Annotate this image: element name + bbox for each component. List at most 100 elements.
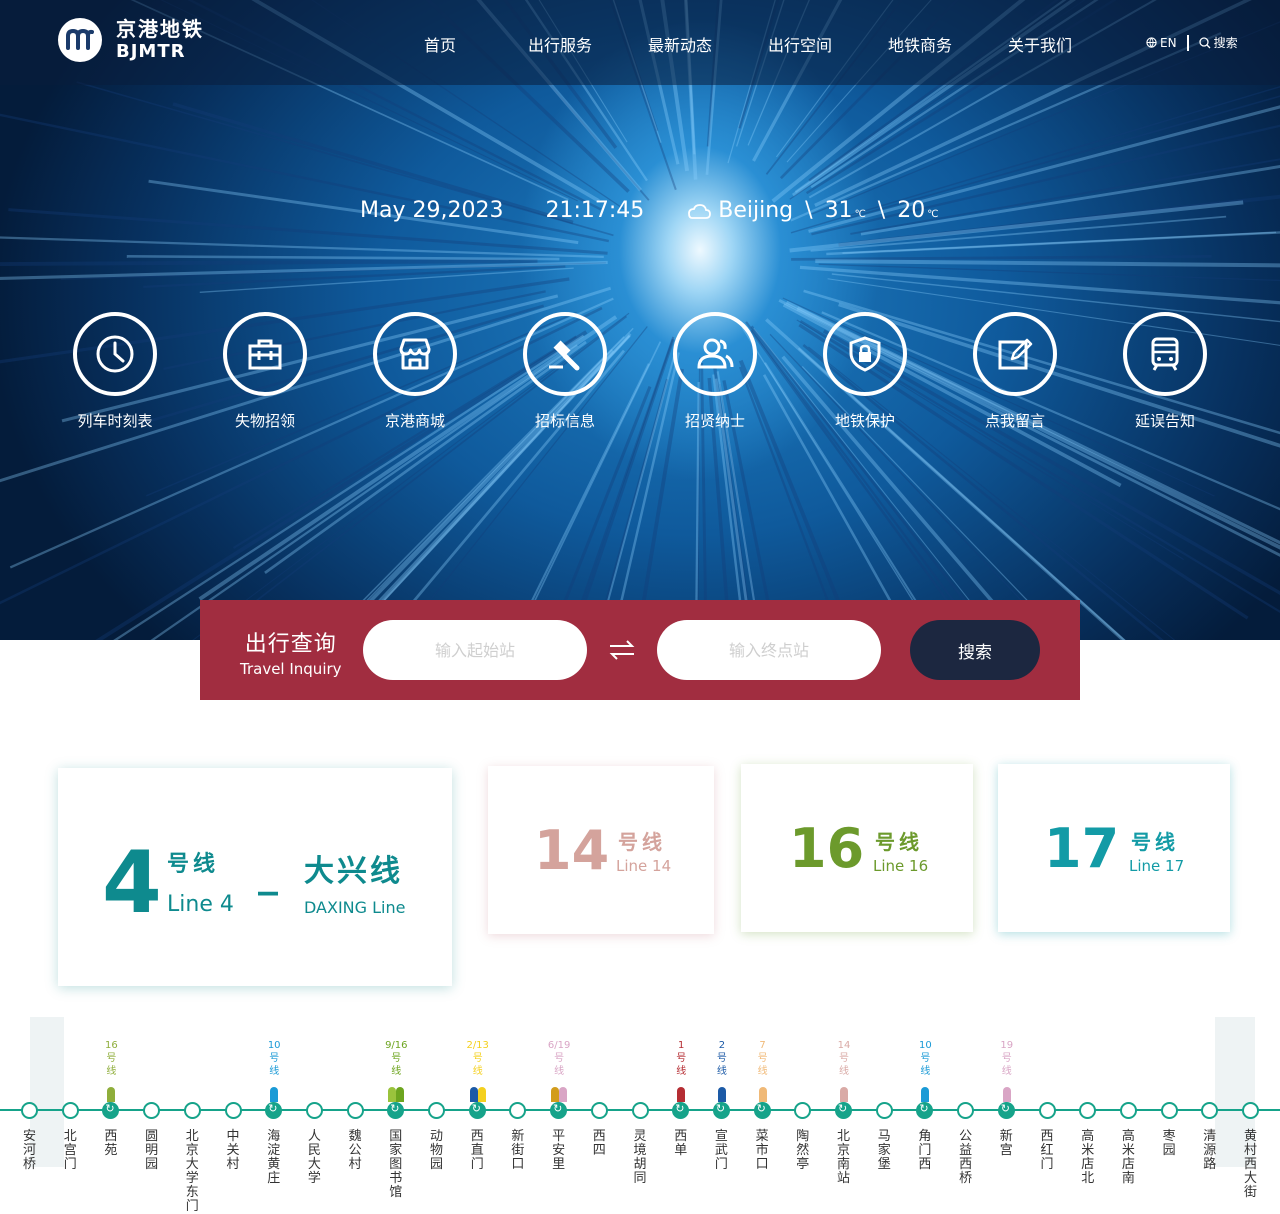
nav-travel-services[interactable]: 出行服务 xyxy=(500,32,620,56)
top-navbar: 京港地铁 BJMTR 首页 出行服务 最新动态 出行空间 地铁商务 关于我们 E… xyxy=(0,0,1280,85)
language-switch[interactable]: EN xyxy=(1160,36,1177,50)
service-label: 招贤纳士 xyxy=(684,412,745,430)
line-4-daxing-card[interactable]: 4 号线 Line 4 _ 大兴线 DAXING Line xyxy=(58,768,452,986)
station-18[interactable]: 2号线宣武门 xyxy=(701,1010,741,1172)
service-protection[interactable]: 地铁保护 xyxy=(790,312,940,431)
station-name: 陶然亭 xyxy=(796,1129,810,1172)
daxing-line-cn: 大兴线 xyxy=(304,854,403,889)
service-tender[interactable]: 招标信息 xyxy=(490,312,640,431)
temp-high: 31 xyxy=(824,198,853,223)
station-5[interactable]: 北京大学东门 xyxy=(172,1010,212,1214)
station-16[interactable]: 灵境胡同 xyxy=(620,1010,660,1186)
transfer-color-bar xyxy=(758,1087,767,1102)
header-search-link[interactable]: 搜索 xyxy=(1214,34,1238,51)
nav-news[interactable]: 最新动态 xyxy=(620,32,740,56)
station-dot-icon xyxy=(346,1102,364,1119)
station-21[interactable]: 14号线北京南站 xyxy=(823,1010,863,1186)
station-15[interactable]: 西四 xyxy=(579,1010,619,1167)
station-14[interactable]: 6/19号线平安里 xyxy=(538,1010,578,1172)
station-29[interactable]: 枣园 xyxy=(1149,1010,1189,1167)
station-11[interactable]: 动物园 xyxy=(416,1010,456,1172)
logo[interactable]: 京港地铁 BJMTR xyxy=(58,18,204,62)
nav-home[interactable]: 首页 xyxy=(380,32,500,56)
station-name: 新街口 xyxy=(511,1129,525,1172)
line-16-card[interactable]: 16 号线 Line 16 xyxy=(741,764,973,932)
gavel-icon xyxy=(549,340,580,371)
service-mall[interactable]: 京港商城 xyxy=(340,312,490,431)
station-1[interactable]: 安河桥 xyxy=(9,1010,49,1172)
swap-icon[interactable] xyxy=(607,638,637,662)
transfer-line-tag: 9/16 号线 xyxy=(385,1040,408,1077)
station-name: 安河桥 xyxy=(23,1129,37,1172)
station-9[interactable]: 魏公村 xyxy=(335,1010,375,1172)
service-message[interactable]: 点我留言 xyxy=(940,312,1090,431)
inquiry-title-en: Travel Inquiry xyxy=(240,660,342,678)
station-7[interactable]: 10号线海淀黄庄 xyxy=(253,1010,293,1186)
end-station-input[interactable] xyxy=(657,620,881,680)
station-26[interactable]: 西红门 xyxy=(1027,1010,1067,1172)
station-23[interactable]: 10号线角门西 xyxy=(904,1010,944,1172)
transfer-station-dot-icon xyxy=(997,1102,1015,1119)
station-22[interactable]: 马家堡 xyxy=(864,1010,904,1172)
station-dot-icon xyxy=(224,1102,242,1119)
station-name: 西直门 xyxy=(470,1129,484,1172)
transfer-color-bar xyxy=(396,1087,405,1102)
search-button[interactable]: 搜索 xyxy=(910,620,1040,680)
station-13[interactable]: 新街口 xyxy=(497,1010,537,1172)
station-30[interactable]: 清源路 xyxy=(1189,1010,1229,1172)
main-nav: 首页 出行服务 最新动态 出行空间 地铁商务 关于我们 xyxy=(380,32,1100,56)
station-24[interactable]: 公益西桥 xyxy=(945,1010,985,1186)
station-2[interactable]: 北宫门 xyxy=(50,1010,90,1172)
station-name: 西苑 xyxy=(104,1129,118,1158)
inquiry-title-cn: 出行查询 xyxy=(244,632,337,657)
daxing-line-en: DAXING Line xyxy=(304,898,406,917)
station-name: 中关村 xyxy=(226,1129,240,1172)
transfer-color-bar xyxy=(477,1087,486,1102)
service-lost-found[interactable]: 失物招领 xyxy=(190,312,340,431)
transfer-station-dot-icon xyxy=(550,1102,568,1119)
station-name: 清源路 xyxy=(1203,1129,1217,1172)
transfer-line-tag: 1 号线 xyxy=(676,1040,687,1077)
station-name: 黄村西大街 xyxy=(1244,1129,1258,1200)
station-12[interactable]: 2/13号线西直门 xyxy=(457,1010,497,1172)
station-31[interactable]: 黄村西大街 xyxy=(1230,1010,1270,1200)
station-name: 北京大学东门 xyxy=(185,1129,199,1214)
transfer-color-bar xyxy=(388,1087,397,1102)
station-name: 公益西桥 xyxy=(959,1129,973,1186)
transfer-color-bar xyxy=(717,1087,726,1102)
station-20[interactable]: 陶然亭 xyxy=(782,1010,822,1172)
station-dot-icon xyxy=(631,1102,649,1119)
station-19[interactable]: 7号线菜市口 xyxy=(742,1010,782,1172)
station-17[interactable]: 1号线西单 xyxy=(660,1010,700,1167)
transfer-line-tag: 2 号线 xyxy=(716,1040,727,1077)
station-8[interactable]: 人民大学 xyxy=(294,1010,334,1186)
line-17-card[interactable]: 17 号线 Line 17 xyxy=(998,764,1230,932)
station-name: 人民大学 xyxy=(307,1129,321,1186)
station-name: 灵境胡同 xyxy=(633,1129,647,1186)
station-27[interactable]: 高米店北 xyxy=(1067,1010,1107,1186)
service-timetable[interactable]: 列车时刻表 xyxy=(40,312,190,431)
service-delay-notice[interactable]: 延误告知 xyxy=(1090,312,1240,431)
transfer-color-bar xyxy=(469,1087,478,1102)
station-25[interactable]: 19号线新宫 xyxy=(986,1010,1026,1167)
station-28[interactable]: 高米店南 xyxy=(1108,1010,1148,1186)
nav-metro-business[interactable]: 地铁商务 xyxy=(860,32,980,56)
start-station-input[interactable] xyxy=(363,620,587,680)
service-recruitment[interactable]: 招贤纳士 xyxy=(640,312,790,431)
station-name: 国家图书馆 xyxy=(389,1129,403,1200)
transfer-line-tag: 2/13 号线 xyxy=(466,1040,489,1077)
station-name: 高米店南 xyxy=(1121,1129,1135,1186)
transfer-color-bar xyxy=(559,1087,568,1102)
transfer-station-dot-icon xyxy=(672,1102,690,1119)
nav-travel-space[interactable]: 出行空间 xyxy=(740,32,860,56)
nav-about-us[interactable]: 关于我们 xyxy=(980,32,1100,56)
station-10[interactable]: 9/16号线国家图书馆 xyxy=(375,1010,415,1200)
station-6[interactable]: 中关村 xyxy=(213,1010,253,1172)
people-icon xyxy=(697,338,734,369)
inquiry-title: 出行查询 Travel Inquiry xyxy=(240,626,342,678)
line-14-card[interactable]: 14 号线 Line 14 xyxy=(488,766,714,934)
station-name: 圆明园 xyxy=(145,1129,159,1172)
station-4[interactable]: 圆明园 xyxy=(131,1010,171,1172)
station-3[interactable]: 16号线西苑 xyxy=(90,1010,130,1167)
separator: \ xyxy=(877,198,886,223)
